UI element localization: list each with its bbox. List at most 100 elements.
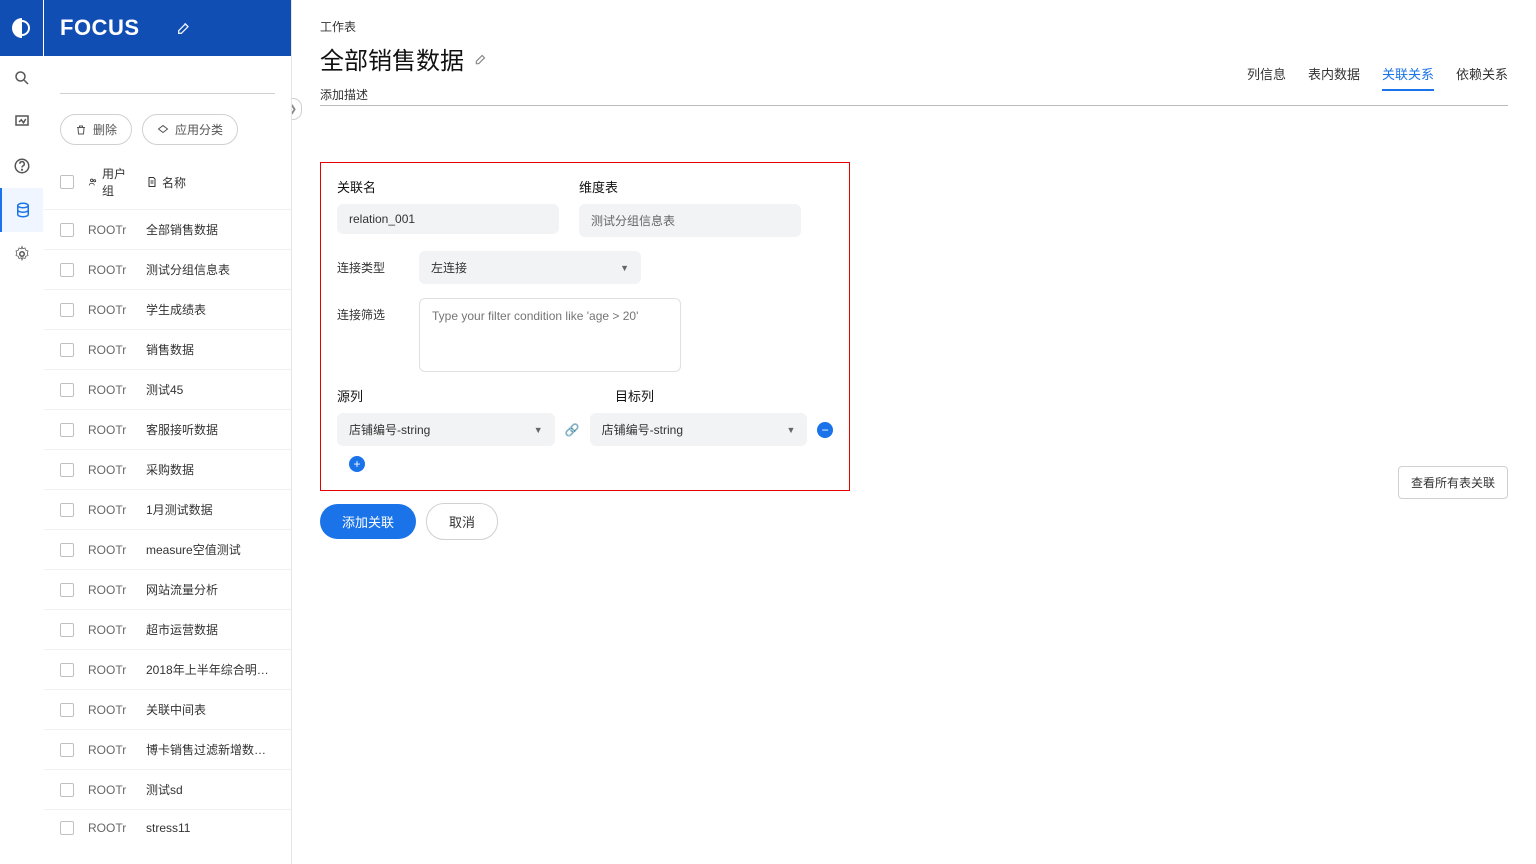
chevron-down-icon: ▼ xyxy=(534,425,543,435)
row-usergroup: ROOTr xyxy=(88,223,132,237)
sidebar: FOCUS 删除 应用分类 用户组 名称 ROOTr全部销售数据ROOTr测试分… xyxy=(44,0,292,864)
source-column-select[interactable]: 店铺编号-string ▼ xyxy=(337,413,555,446)
row-checkbox[interactable] xyxy=(60,743,74,757)
row-usergroup: ROOTr xyxy=(88,821,132,835)
data-icon xyxy=(14,201,32,219)
table-row[interactable]: ROOTr stress11 xyxy=(44,809,291,846)
trash-icon xyxy=(75,124,87,136)
source-col-label: 源列 xyxy=(337,386,555,405)
view-all-relations-button[interactable]: 查看所有表关联 xyxy=(1398,466,1508,499)
tag-button[interactable]: 应用分类 xyxy=(142,114,238,145)
add-mapping-button[interactable]: + xyxy=(349,456,365,472)
chevron-down-icon: ▼ xyxy=(620,263,629,273)
row-checkbox[interactable] xyxy=(60,423,74,437)
table-row[interactable]: ROOTr测试分组信息表 xyxy=(44,249,291,289)
join-type-select[interactable]: 左连接 ▼ xyxy=(419,251,641,284)
collapse-handle[interactable]: ❯ xyxy=(292,98,302,120)
cancel-button[interactable]: 取消 xyxy=(426,503,498,540)
relation-name-label: 关联名 xyxy=(337,177,559,196)
tab-columns[interactable]: 列信息 xyxy=(1247,58,1286,91)
tag-label: 应用分类 xyxy=(175,121,223,138)
row-checkbox[interactable] xyxy=(60,623,74,637)
row-usergroup: ROOTr xyxy=(88,463,132,477)
nav-settings[interactable] xyxy=(0,232,43,276)
remove-mapping-button[interactable]: − xyxy=(817,422,833,438)
row-name: 2018年上半年综合明细表 xyxy=(146,661,275,678)
table-row[interactable]: ROOTrmeasure空值测试 xyxy=(44,529,291,569)
table-row[interactable]: ROOTr测试45 xyxy=(44,369,291,409)
row-checkbox[interactable] xyxy=(60,463,74,477)
row-usergroup: ROOTr xyxy=(88,623,132,637)
table-row[interactable]: ROOTr关联中间表 xyxy=(44,689,291,729)
row-checkbox[interactable] xyxy=(60,703,74,717)
row-checkbox[interactable] xyxy=(60,821,74,835)
tag-icon xyxy=(157,124,169,136)
row-name: 关联中间表 xyxy=(146,701,275,718)
relation-name-input[interactable] xyxy=(337,204,559,234)
row-name: 采购数据 xyxy=(146,461,275,478)
row-usergroup: ROOTr xyxy=(88,663,132,677)
logo-icon xyxy=(10,16,34,40)
delete-button[interactable]: 删除 xyxy=(60,114,132,145)
select-all-checkbox[interactable] xyxy=(60,175,74,189)
tab-data[interactable]: 表内数据 xyxy=(1308,58,1360,91)
nav-board[interactable] xyxy=(0,100,43,144)
dim-table-field[interactable]: 测试分组信息表 xyxy=(579,204,801,237)
row-checkbox[interactable] xyxy=(60,503,74,517)
join-filter-input[interactable] xyxy=(419,298,681,372)
brand-text: FOCUS xyxy=(60,15,140,41)
sidebar-divider xyxy=(44,56,291,100)
breadcrumb[interactable]: 工作表 xyxy=(320,18,1508,35)
row-checkbox[interactable] xyxy=(60,583,74,597)
tab-relations[interactable]: 关联关系 xyxy=(1382,58,1434,91)
row-name: 1月测试数据 xyxy=(146,501,275,518)
gear-icon xyxy=(13,245,31,263)
board-icon xyxy=(13,113,31,131)
relation-form: 关联名 维度表 测试分组信息表 连接类型 左连接 ▼ 连接筛选 源列 目标列 xyxy=(320,162,850,491)
add-relation-button[interactable]: 添加关联 xyxy=(320,504,416,539)
row-usergroup: ROOTr xyxy=(88,503,132,517)
table-row[interactable]: ROOTr客服接听数据 xyxy=(44,409,291,449)
table-row[interactable]: ROOTr博卡销售过滤新增数据增量 xyxy=(44,729,291,769)
row-name: measure空值测试 xyxy=(146,541,275,558)
row-checkbox[interactable] xyxy=(60,223,74,237)
delete-label: 删除 xyxy=(93,121,117,138)
table-row[interactable]: ROOTr 采购数据 xyxy=(44,449,291,489)
nav-search[interactable] xyxy=(0,56,43,100)
nav-data[interactable] xyxy=(0,188,43,232)
row-checkbox[interactable] xyxy=(60,383,74,397)
row-name: 销售数据 xyxy=(146,341,275,358)
table-row[interactable]: ROOTr 销售数据 xyxy=(44,329,291,369)
row-checkbox[interactable] xyxy=(60,543,74,557)
table-row[interactable]: ROOTr 超市运营数据 xyxy=(44,609,291,649)
tab-dependencies[interactable]: 依赖关系 xyxy=(1456,58,1508,91)
nav-help[interactable] xyxy=(0,144,43,188)
row-checkbox[interactable] xyxy=(60,343,74,357)
table-row[interactable]: ROOTr全部销售数据 xyxy=(44,209,291,249)
edit-title-icon[interactable] xyxy=(474,52,488,66)
row-checkbox[interactable] xyxy=(60,263,74,277)
row-checkbox[interactable] xyxy=(60,303,74,317)
edit-icon[interactable] xyxy=(176,20,192,36)
table-row[interactable]: ROOTr 1月测试数据 xyxy=(44,489,291,529)
usergroup-icon xyxy=(88,176,98,188)
row-name: 超市运营数据 xyxy=(146,621,275,638)
row-checkbox[interactable] xyxy=(60,663,74,677)
table-row[interactable]: ROOTr网站流量分析 xyxy=(44,569,291,609)
row-usergroup: ROOTr xyxy=(88,343,132,357)
row-usergroup: ROOTr xyxy=(88,783,132,797)
row-name: stress11 xyxy=(146,821,275,835)
table-row[interactable]: ROOTr学生成绩表 xyxy=(44,289,291,329)
doc-icon xyxy=(146,176,158,188)
table-row[interactable]: ROOTr测试sd xyxy=(44,769,291,809)
row-usergroup: ROOTr xyxy=(88,583,132,597)
sidebar-actions: 删除 应用分类 xyxy=(44,100,291,153)
source-column-value: 店铺编号-string xyxy=(349,421,430,438)
tabs: 列信息 表内数据 关联关系 依赖关系 xyxy=(1247,58,1508,91)
row-checkbox[interactable] xyxy=(60,783,74,797)
table-row[interactable]: ROOTr 2018年上半年综合明细表 xyxy=(44,649,291,689)
row-usergroup: ROOTr xyxy=(88,743,132,757)
sidebar-header: FOCUS xyxy=(44,0,291,56)
row-usergroup: ROOTr xyxy=(88,423,132,437)
target-column-select[interactable]: 店铺编号-string ▼ xyxy=(590,413,808,446)
